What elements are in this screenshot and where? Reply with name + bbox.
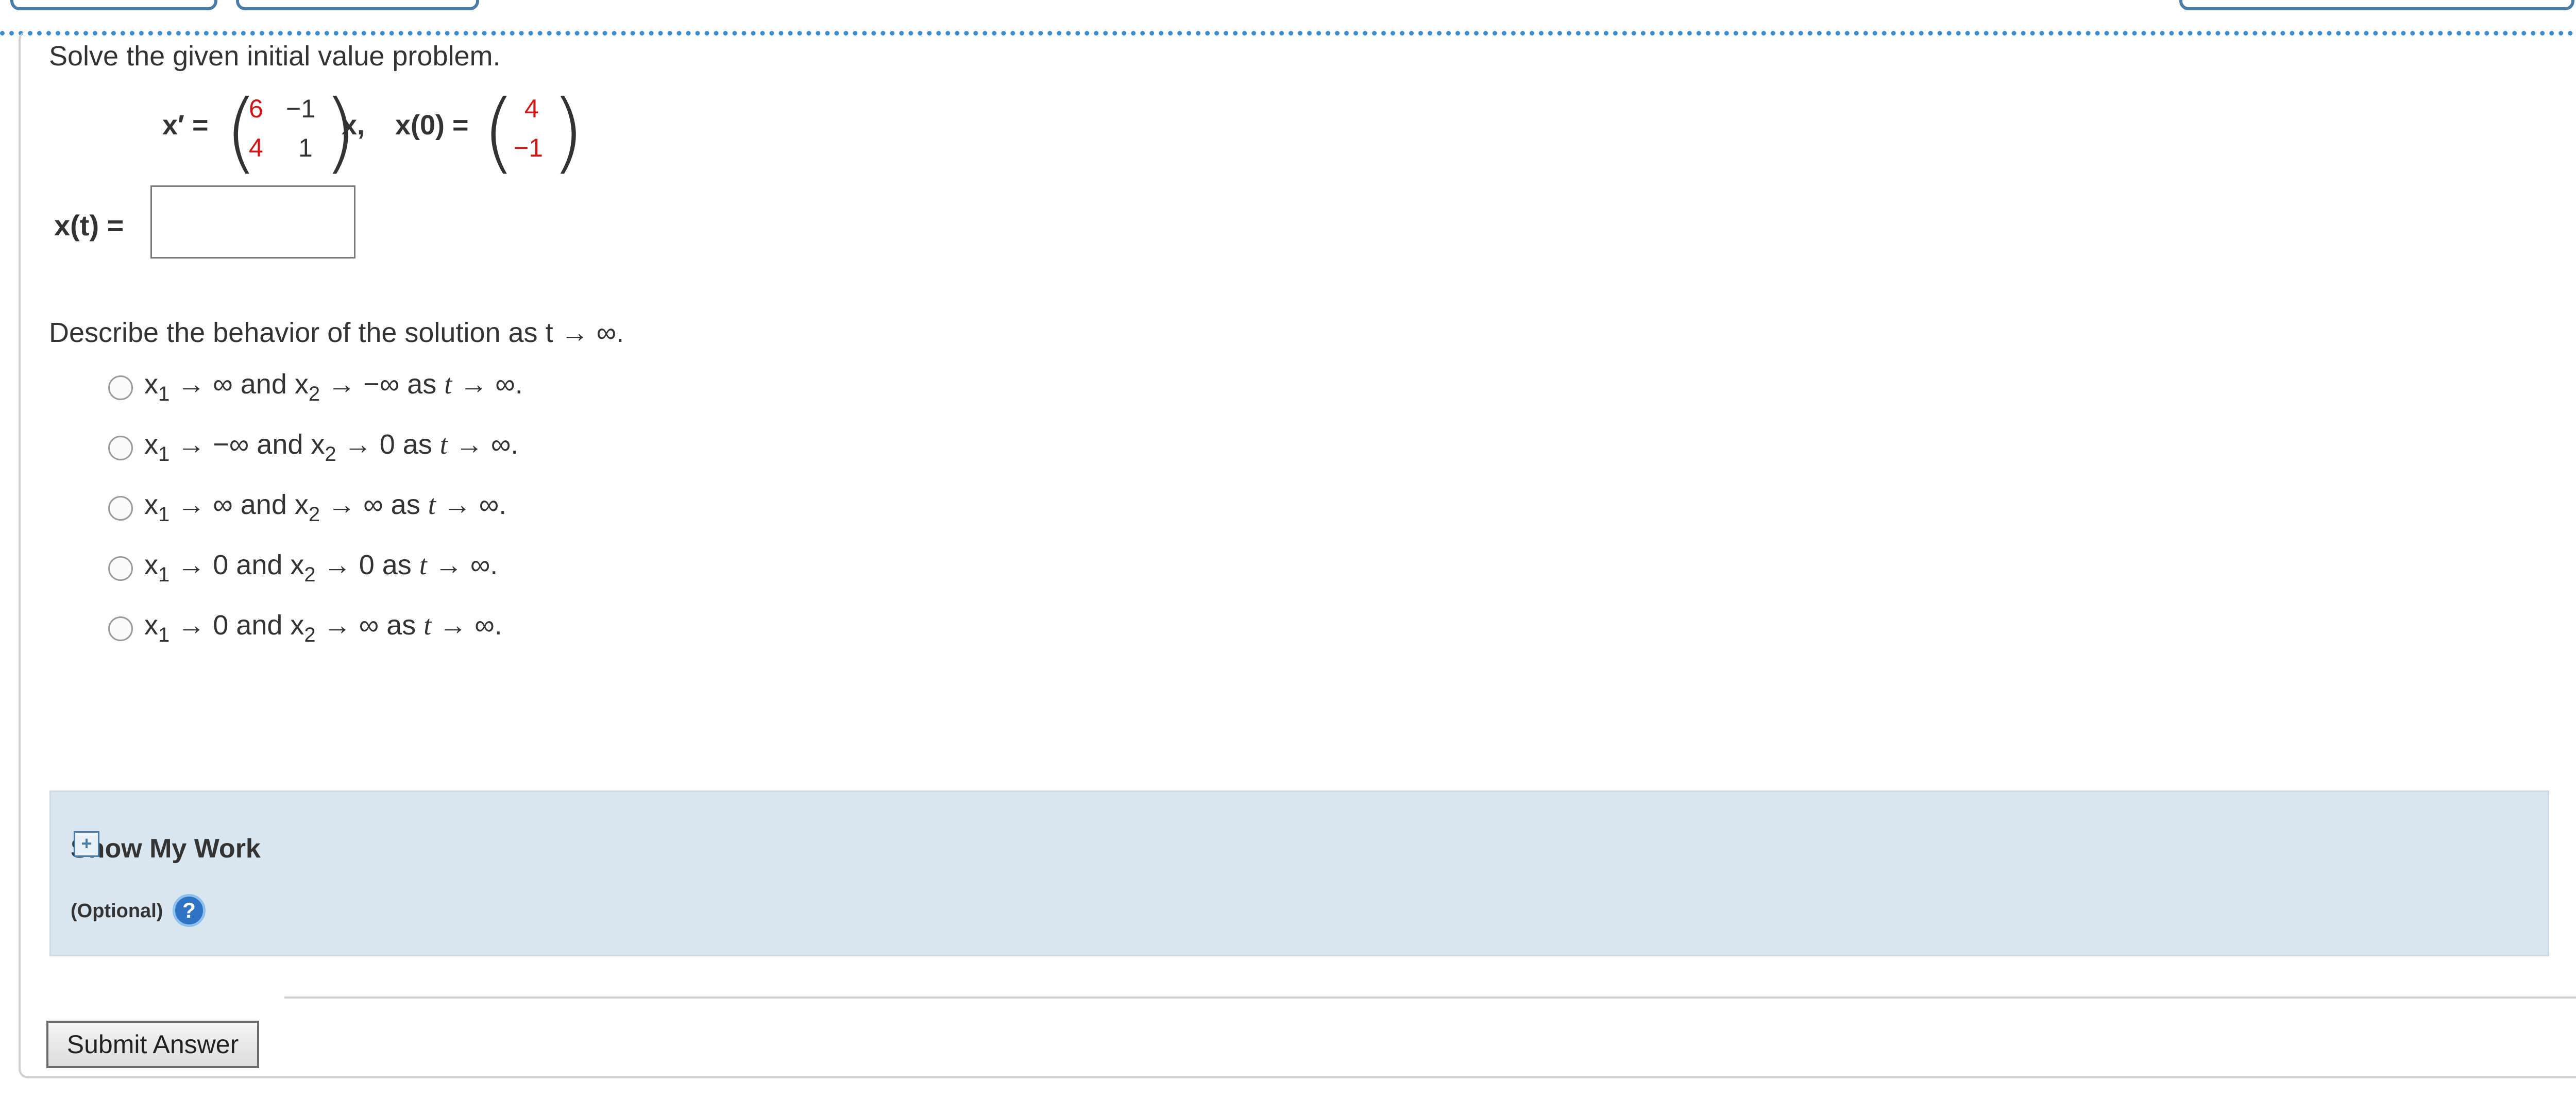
top-tab-right[interactable]: [2179, 0, 2574, 10]
matrix-a22: 1: [298, 133, 313, 162]
radio-button[interactable]: [108, 436, 133, 460]
behavior-option-5[interactable]: x1 → 0 and x2 → ∞ as t → ∞.: [108, 609, 726, 646]
option-text: x1 → ∞ and x2 → ∞ as t → ∞.: [144, 489, 507, 526]
equation-lhs: x′ =: [162, 110, 209, 141]
submit-frame: [284, 996, 2576, 999]
vector-right-paren: ): [551, 81, 585, 183]
expand-plus-icon[interactable]: +: [74, 831, 99, 857]
radio-button[interactable]: [108, 616, 133, 641]
answer-label: x(t) =: [54, 209, 124, 242]
solution-input[interactable]: [150, 185, 355, 259]
behavior-question: Describe the behavior of the solution as…: [49, 317, 624, 348]
behavior-option-1[interactable]: x1 → ∞ and x2 → −∞ as t → ∞.: [108, 368, 726, 405]
optional-label: (Optional): [71, 900, 163, 922]
top-tab-middle[interactable]: [236, 0, 479, 10]
equation-rhs-var: x,: [342, 110, 365, 141]
option-text: x1 → 0 and x2 → ∞ as t → ∞.: [144, 610, 502, 646]
radio-button[interactable]: [108, 496, 133, 521]
behavior-option-3[interactable]: x1 → ∞ and x2 → ∞ as t → ∞.: [108, 489, 726, 526]
option-text: x1 → ∞ and x2 → −∞ as t → ∞.: [144, 369, 523, 405]
option-text: x1 → 0 and x2 → 0 as t → ∞.: [144, 549, 498, 586]
help-icon[interactable]: ?: [173, 894, 206, 927]
matrix-a21: 4: [249, 133, 263, 162]
problem-prompt: Solve the given initial value problem.: [49, 41, 501, 72]
submit-answer-button[interactable]: Submit Answer: [46, 1021, 259, 1068]
initial-vector-2: −1: [514, 133, 544, 162]
radio-button[interactable]: [108, 375, 133, 400]
initial-vector-1: 4: [524, 94, 539, 123]
radio-button[interactable]: [108, 556, 133, 581]
behavior-option-4[interactable]: x1 → 0 and x2 → 0 as t → ∞.: [108, 549, 726, 586]
matrix-a12: −1: [286, 94, 316, 123]
top-tab-left[interactable]: [10, 0, 217, 10]
option-text: x1 → −∞ and x2 → 0 as t → ∞.: [144, 429, 519, 466]
behavior-option-2[interactable]: x1 → −∞ and x2 → 0 as t → ∞.: [108, 428, 726, 466]
matrix-a11: 6: [249, 94, 263, 123]
vector-left-paren: (: [482, 81, 516, 183]
show-my-work-panel: Show My Work + (Optional) ?: [49, 790, 2549, 956]
initial-condition-label: x(0) =: [395, 110, 469, 141]
